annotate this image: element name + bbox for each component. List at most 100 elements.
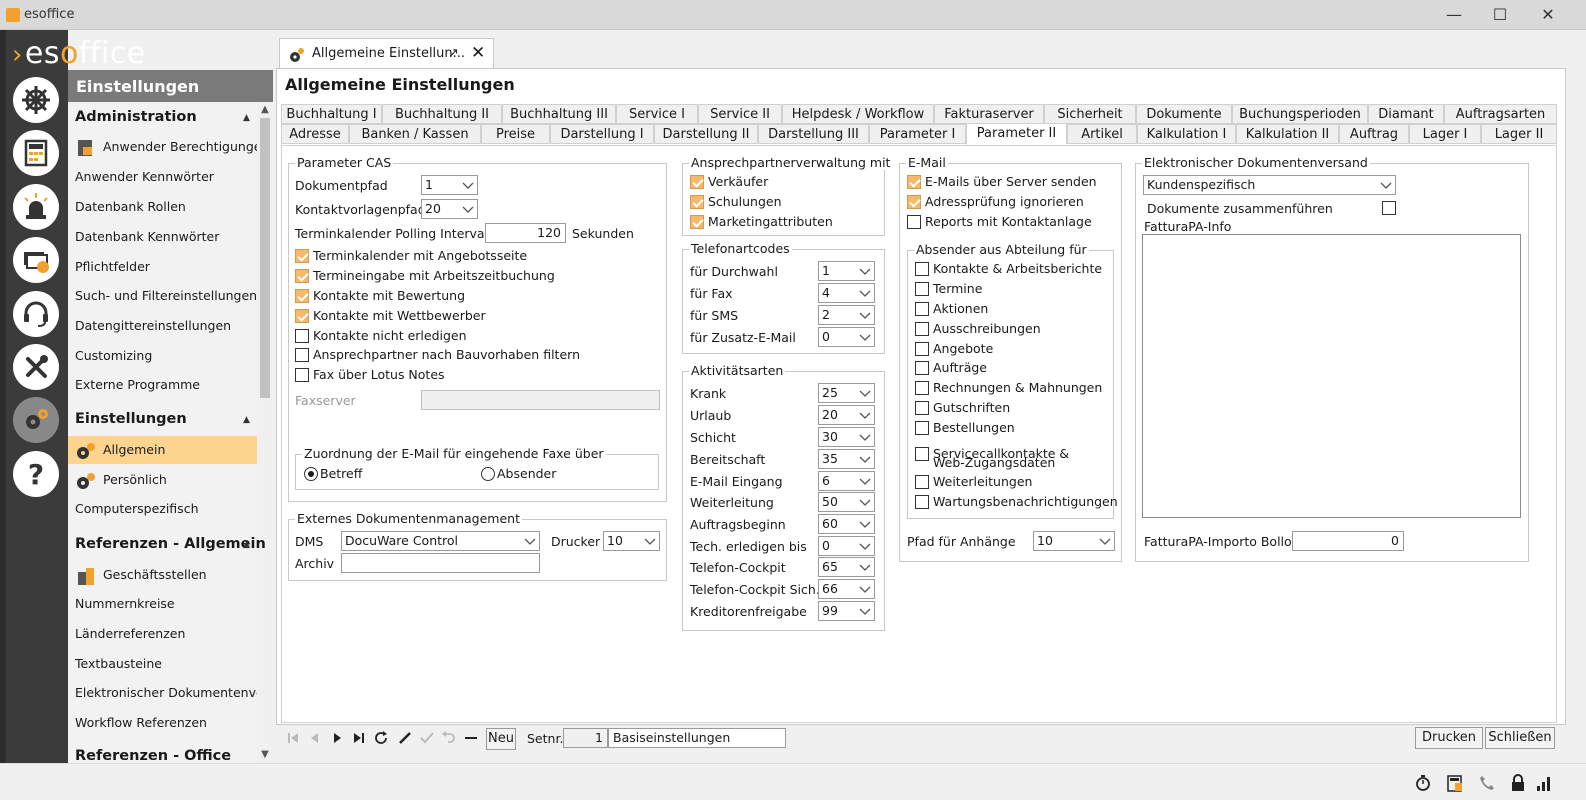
refresh-button[interactable]: [371, 728, 391, 748]
phone-icon[interactable]: [1478, 774, 1496, 792]
nav-item-textbausteine[interactable]: Textbausteine: [75, 650, 257, 678]
akt-select[interactable]: 65: [818, 557, 875, 577]
close-button[interactable]: Schließen: [1485, 727, 1555, 749]
tel-select[interactable]: 4: [818, 283, 875, 303]
tab-service-i[interactable]: Service I: [616, 104, 698, 124]
collapse-icon[interactable]: ▲: [243, 540, 250, 550]
tab-helpdesk-workflow[interactable]: Helpdesk / Workflow: [782, 104, 934, 124]
close-tab-icon[interactable]: ✕: [471, 43, 485, 63]
nav-item-computerspezifisch[interactable]: Computerspezifisch: [75, 495, 257, 523]
scroll-down-icon[interactable]: ▼: [257, 747, 273, 763]
tab-diamant[interactable]: Diamant: [1368, 104, 1444, 124]
nav-item-datengitter[interactable]: Datengittereinstellungen: [75, 312, 257, 340]
faxserver-input[interactable]: [421, 390, 660, 410]
document-tab[interactable]: Allgemeine Einstellun... ↗ ✕: [279, 38, 494, 68]
post-button[interactable]: [417, 728, 437, 748]
akt-select[interactable]: 25: [818, 383, 875, 403]
setnr-input[interactable]: 1: [563, 728, 608, 748]
pfad-anhaenge-select[interactable]: 10: [1033, 531, 1115, 551]
checkbox-abs-auftraege[interactable]: Aufträge: [915, 360, 987, 378]
checkbox-reports-kontaktanlage[interactable]: Reports mit Kontaktanlage: [907, 214, 1092, 232]
tab-buchhaltung-ii[interactable]: Buchhaltung II: [382, 104, 502, 124]
tel-select[interactable]: 0: [818, 327, 875, 347]
tel-select[interactable]: 1: [818, 261, 875, 281]
rail-tools-button[interactable]: [13, 344, 59, 390]
nav-item-persoenlich[interactable]: Persönlich: [75, 466, 257, 494]
first-record-button[interactable]: [283, 728, 303, 748]
tab-parameter-ii[interactable]: Parameter II: [966, 123, 1067, 145]
checkbox-marketingattributen[interactable]: Marketingattributen: [690, 214, 833, 232]
checkbox-abs-weiterleitungen[interactable]: Weiterleitungen: [915, 474, 1032, 492]
edit-button[interactable]: [395, 728, 415, 748]
maximize-button[interactable]: ☐: [1477, 0, 1523, 30]
archiv-input[interactable]: [341, 553, 540, 573]
akt-select[interactable]: 6: [818, 471, 875, 491]
tab-auftragsarten[interactable]: Auftragsarten: [1444, 104, 1557, 124]
setname-input[interactable]: Basiseinstellungen: [608, 728, 786, 748]
nav-item-such-filter[interactable]: Such- und Filtereinstellungen: [75, 282, 257, 310]
scroll-up-icon[interactable]: ▲: [257, 102, 273, 118]
rail-help-button[interactable]: ?: [13, 451, 59, 497]
last-record-button[interactable]: [349, 728, 369, 748]
nav-section-referenzen-office[interactable]: Referenzen - Office: [75, 748, 231, 763]
collapse-icon[interactable]: ▲: [243, 415, 250, 425]
tab-lager-ii[interactable]: Lager II: [1481, 124, 1557, 144]
nav-item-nummernkreise[interactable]: Nummernkreise: [75, 590, 257, 618]
dokumentpfad-select[interactable]: 1: [421, 175, 478, 195]
checkbox-dokumente-zusammenfuehren[interactable]: [1382, 201, 1396, 215]
checkbox-fax-lotus-notes[interactable]: Fax über Lotus Notes: [295, 367, 445, 385]
tab-dokumente[interactable]: Dokumente: [1136, 104, 1232, 124]
checkbox-abs-angebote[interactable]: Angebote: [915, 341, 993, 359]
close-window-button[interactable]: ✕: [1525, 0, 1571, 30]
nav-section-referenzen-allgemein[interactable]: Referenzen - Allgemein ▲: [75, 536, 266, 552]
checkbox-schulungen[interactable]: Schulungen: [690, 194, 782, 212]
dms-select[interactable]: DocuWare Control: [341, 531, 540, 551]
rail-support-button[interactable]: [13, 291, 59, 337]
scroll-thumb[interactable]: [260, 118, 270, 398]
tab-darstellung-i[interactable]: Darstellung I: [550, 124, 654, 144]
tab-buchhaltung-iii[interactable]: Buchhaltung III: [502, 104, 616, 124]
polling-input[interactable]: 120: [485, 223, 566, 243]
tab-fakturaserver[interactable]: Fakturaserver: [934, 104, 1044, 124]
collapse-icon[interactable]: ▲: [243, 113, 250, 123]
rail-settings-button[interactable]: [13, 397, 59, 443]
tab-banken-kassen[interactable]: Banken / Kassen: [349, 124, 481, 144]
new-button[interactable]: Neu: [486, 728, 516, 750]
tab-buchungsperioden[interactable]: Buchungsperioden: [1232, 104, 1368, 124]
checkbox-abs-rechnungen[interactable]: Rechnungen & Mahnungen: [915, 380, 1102, 398]
checkbox-termineingabe-arbeitszeit[interactable]: Termineingabe mit Arbeitszeitbuchung: [295, 268, 555, 286]
nav-item-datenbank-rollen[interactable]: Datenbank Rollen: [75, 193, 257, 221]
akt-select[interactable]: 20: [818, 405, 875, 425]
akt-select[interactable]: 30: [818, 427, 875, 447]
nav-item-anwender-berechtigungen[interactable]: Anwender Berechtigungen: [75, 133, 257, 161]
fattura-bollo-input[interactable]: 0: [1292, 531, 1404, 551]
kontaktvorlagenpfad-select[interactable]: 20: [421, 199, 478, 219]
tab-kalkulation-ii[interactable]: Kalkulation II: [1236, 124, 1339, 144]
calculator-icon[interactable]: [1446, 774, 1464, 792]
lock-icon[interactable]: [1509, 774, 1527, 792]
print-button[interactable]: Drucken: [1415, 727, 1483, 749]
tab-parameter-i[interactable]: Parameter I: [869, 124, 966, 144]
tab-adresse[interactable]: Adresse: [281, 124, 349, 144]
rail-money-button[interactable]: [13, 237, 59, 283]
prev-record-button[interactable]: [305, 728, 325, 748]
tab-sicherheit[interactable]: Sicherheit: [1044, 104, 1136, 124]
tab-darstellung-iii[interactable]: Darstellung III: [758, 124, 869, 144]
akt-select[interactable]: 60: [818, 514, 875, 534]
nav-item-datenbank-kennwoerter[interactable]: Datenbank Kennwörter: [75, 223, 257, 251]
checkbox-ansprechpartner-bauvorhaben[interactable]: Ansprechpartner nach Bauvorhaben filtern: [295, 347, 580, 365]
tab-kalkulation-i[interactable]: Kalkulation I: [1137, 124, 1236, 144]
nav-item-laenderreferenzen[interactable]: Länderreferenzen: [75, 620, 257, 648]
akt-select[interactable]: 66: [818, 579, 875, 599]
checkbox-kontakte-nicht-erledigen[interactable]: Kontakte nicht erledigen: [295, 328, 467, 346]
nav-item-customizing[interactable]: Customizing: [75, 342, 257, 370]
minimize-button[interactable]: —: [1431, 0, 1477, 30]
checkbox-abs-wartung[interactable]: Wartungsbenachrichtigungen: [915, 494, 1118, 512]
checkbox-adresspruefung-ignorieren[interactable]: Adressprüfung ignorieren: [907, 194, 1084, 212]
dokumentenversand-mode-select[interactable]: Kundenspezifisch: [1143, 175, 1396, 195]
checkbox-kontakte-bewertung[interactable]: Kontakte mit Bewertung: [295, 288, 465, 306]
tel-select[interactable]: 2: [818, 305, 875, 325]
tab-buchhaltung-i[interactable]: Buchhaltung I: [281, 104, 382, 124]
tab-preise[interactable]: Preise: [481, 124, 550, 144]
nav-item-elektronischer-dokumentenversand[interactable]: Elektronischer Dokumentenvers...: [75, 679, 257, 707]
